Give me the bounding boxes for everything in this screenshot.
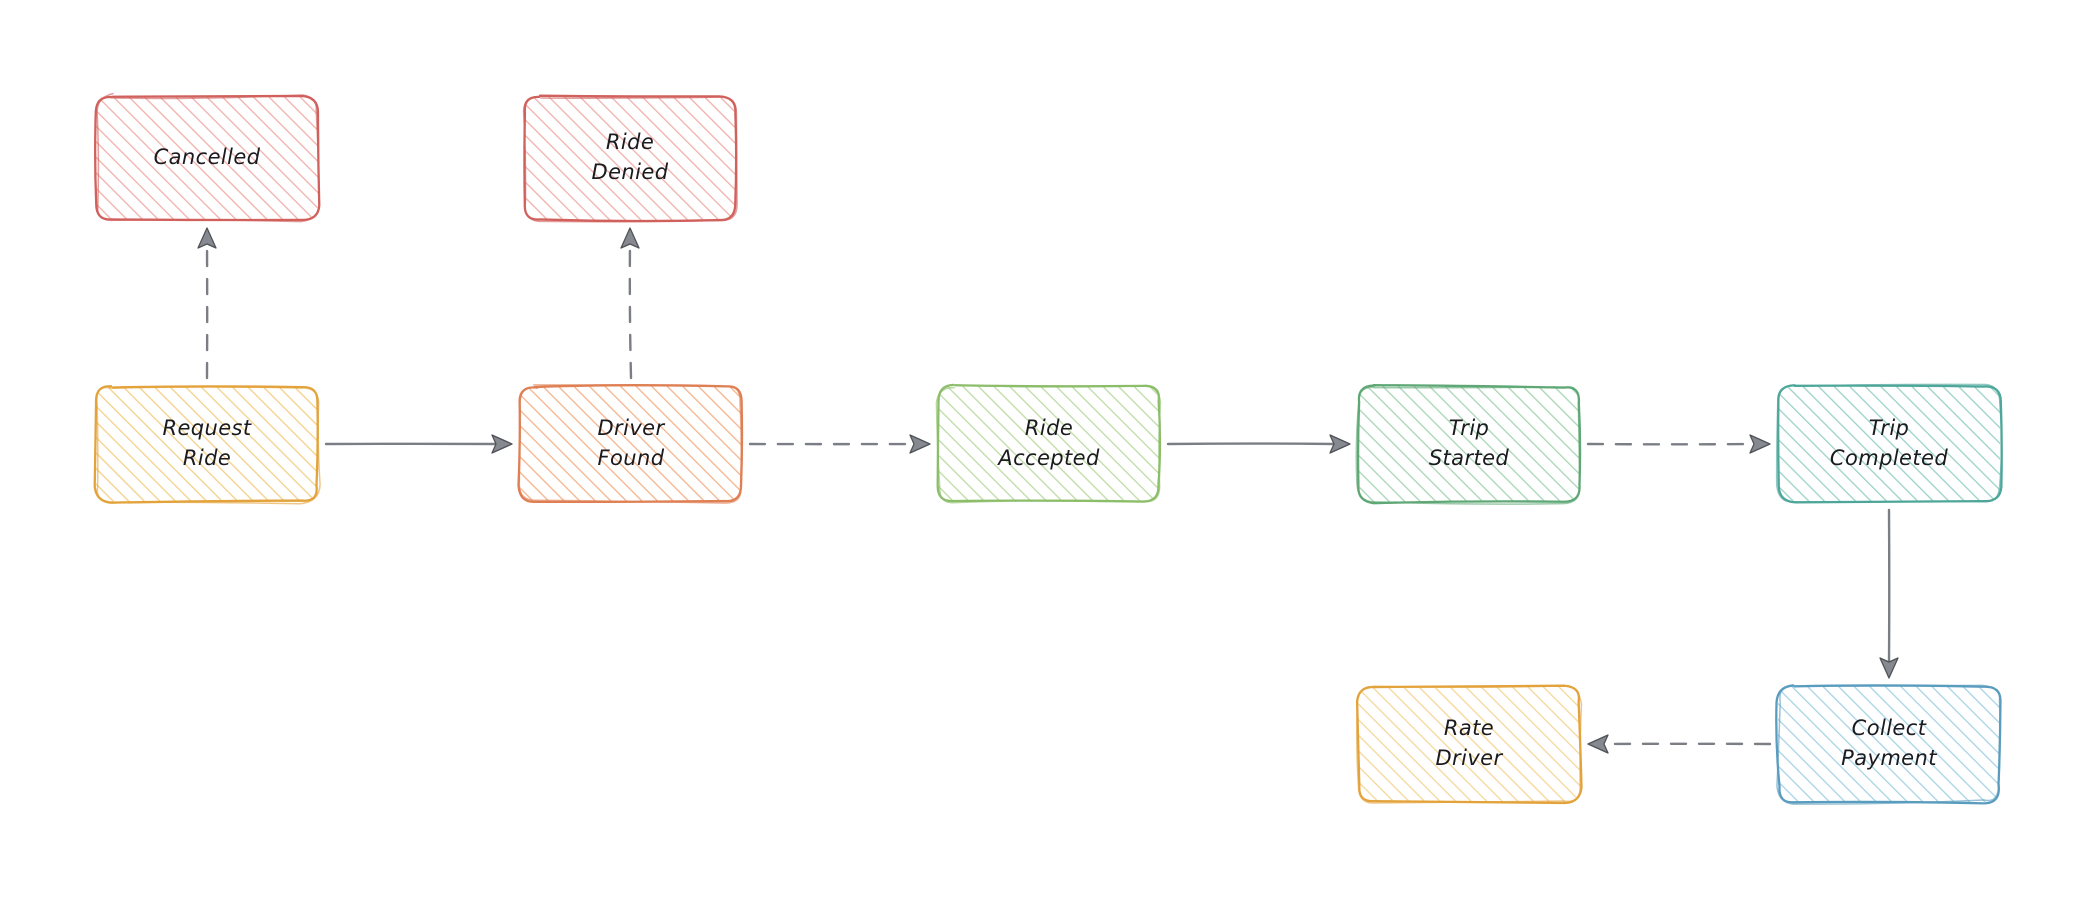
- node-label: Completed: [1830, 446, 1948, 470]
- flow-diagram: Cancelled Ride Denied Request Ride Driver Foun…: [92, 92, 2004, 806]
- node-label: Started: [1429, 446, 1510, 470]
- node-label: Cancelled: [154, 145, 261, 169]
- arrowhead-icon: [909, 434, 931, 454]
- edge-driver-found-to-ride-denied: [620, 227, 640, 380]
- node-label: Ride: [183, 446, 231, 470]
- edge-trip-completed-to-collect-payment: [1879, 508, 1899, 679]
- arrowhead-icon: [1749, 434, 1771, 454]
- arrowhead-icon: [620, 227, 640, 249]
- node-label: Trip: [1449, 416, 1490, 440]
- arrowhead-icon: [197, 227, 217, 249]
- node-fill: [938, 386, 1160, 502]
- edge-request-ride-to-driver-found: [324, 434, 513, 454]
- node-label: Ride: [606, 130, 654, 154]
- node-label: Trip: [1869, 416, 1910, 440]
- edge-collect-payment-to-rate-driver: [1587, 734, 1772, 754]
- node-fill: [1778, 686, 2000, 802]
- node-label: Collect: [1852, 716, 1927, 740]
- node-fill: [96, 386, 318, 502]
- node-rate-driver[interactable]: Rate Driver: [1354, 682, 1584, 806]
- node-label: Ride: [1025, 416, 1073, 440]
- node-label: Driver: [597, 416, 665, 440]
- edge-line-dashed: [628, 241, 633, 380]
- node-request-ride[interactable]: Request Ride: [92, 382, 322, 506]
- edge-trip-started-to-trip-completed: [1586, 434, 1771, 454]
- arrowhead-icon: [1587, 734, 1609, 754]
- node-label: Request: [162, 416, 251, 440]
- node-ride-accepted[interactable]: Ride Accepted: [934, 382, 1164, 506]
- node-collect-payment[interactable]: Collect Payment: [1774, 682, 2004, 806]
- node-label: Accepted: [996, 446, 1100, 470]
- node-label: Payment: [1841, 746, 1937, 770]
- edge-driver-found-to-ride-accepted: [748, 434, 931, 454]
- node-fill: [520, 386, 742, 502]
- node-fill: [1358, 386, 1580, 502]
- node-trip-started[interactable]: Trip Started: [1354, 382, 1584, 506]
- nodes-layer: Cancelled Ride Denied Request Ride Driver Foun…: [92, 92, 2004, 806]
- diagram-canvas: Cancelled Ride Denied Request Ride Driver Foun…: [0, 0, 2088, 906]
- node-fill: [1778, 386, 2000, 502]
- node-label: Rate: [1444, 716, 1494, 740]
- node-label: Denied: [592, 160, 669, 184]
- node-label: Found: [598, 446, 665, 470]
- node-cancelled[interactable]: Cancelled: [92, 92, 322, 224]
- node-fill: [1358, 686, 1580, 802]
- node-ride-denied[interactable]: Ride Denied: [520, 92, 740, 224]
- node-label: Driver: [1435, 746, 1503, 770]
- node-trip-completed[interactable]: Trip Completed: [1774, 382, 2004, 506]
- node-driver-found[interactable]: Driver Found: [516, 382, 746, 506]
- edge-ride-accepted-to-trip-started: [1166, 434, 1351, 454]
- edge-request-ride-to-cancelled: [197, 227, 217, 380]
- node-fill: [524, 96, 736, 220]
